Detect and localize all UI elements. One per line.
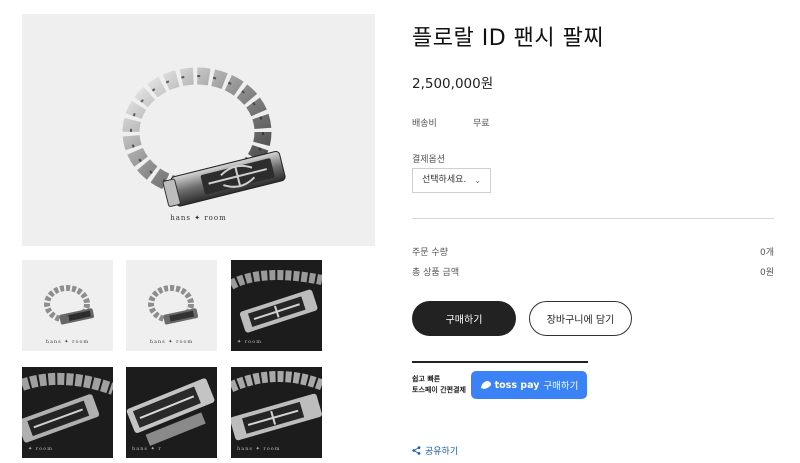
bracelet-closeup-image — [22, 372, 113, 443]
thumb-brand: hans ✦ room — [237, 446, 281, 452]
main-product-image: hans ✦ room — [22, 14, 375, 246]
shipping-label: 배송비 — [412, 119, 437, 129]
add-to-cart-button[interactable]: 장바구니에 담기 — [529, 301, 632, 336]
toss-pay-note: 쉽고 빠른 토스페이 간편결제 — [412, 374, 466, 396]
payment-option-select[interactable]: 선택하세요. ⌄ — [412, 168, 491, 193]
bracelet-thumb-image — [44, 285, 95, 325]
buy-button[interactable]: 구매하기 — [412, 301, 516, 336]
product-title: 플로랄 ID 팬시 팔찌 — [412, 26, 605, 51]
thumb-brand: hans ✦ room — [149, 339, 194, 345]
bracelet-closeup-image — [231, 270, 322, 333]
thumb-brand: ✦ room — [237, 339, 262, 345]
payment-option-label: 결제옵션 — [412, 155, 446, 165]
toss-note-line1: 쉽고 빠른 — [412, 375, 441, 383]
shipping-value: 무료 — [473, 119, 490, 129]
bracelet-thumb-image — [148, 285, 199, 325]
thumbnail-4[interactable]: ✦ room — [22, 367, 113, 458]
toss-buy-label: 구매하기 — [543, 381, 579, 392]
brand-watermark: hans ✦ room — [170, 214, 227, 222]
total-price-value: 0원 — [759, 268, 774, 278]
select-value: 선택하세요. — [422, 175, 467, 185]
thumbnail-1[interactable]: hans ✦ room — [22, 260, 113, 351]
product-price: 2,500,000원 — [412, 76, 494, 92]
total-price-label: 총 상품 금액 — [412, 268, 460, 278]
share-link[interactable]: 공유하기 — [412, 444, 458, 457]
bracelet-image — [122, 67, 286, 207]
order-qty-value: 0개 — [759, 248, 774, 258]
toss-pay-button[interactable]: toss pay 구매하기 — [471, 371, 587, 399]
toss-brand-label: toss pay — [494, 379, 540, 391]
order-qty-label: 주문 수량 — [412, 248, 448, 258]
toss-divider — [412, 361, 588, 363]
thumbnail-6[interactable]: hans ✦ room — [231, 367, 322, 458]
toss-logo-icon — [480, 381, 491, 389]
thumbnail-3[interactable]: ✦ room — [231, 260, 322, 351]
thumbnail-2[interactable]: hans ✦ room — [126, 260, 217, 351]
thumb-brand: ✦ room — [28, 446, 53, 452]
thumbnail-5[interactable]: hans ✦ r — [126, 367, 217, 458]
thumb-brand: hans ✦ r — [132, 446, 162, 452]
bracelet-closeup-image — [231, 371, 322, 441]
thumb-brand: hans ✦ room — [45, 339, 90, 345]
share-icon — [412, 446, 421, 455]
bracelet-closeup-image — [126, 378, 215, 446]
share-label: 공유하기 — [425, 447, 459, 457]
chevron-down-icon: ⌄ — [474, 176, 481, 185]
divider — [412, 218, 774, 219]
toss-note-line2: 토스페이 간편결제 — [412, 386, 466, 394]
